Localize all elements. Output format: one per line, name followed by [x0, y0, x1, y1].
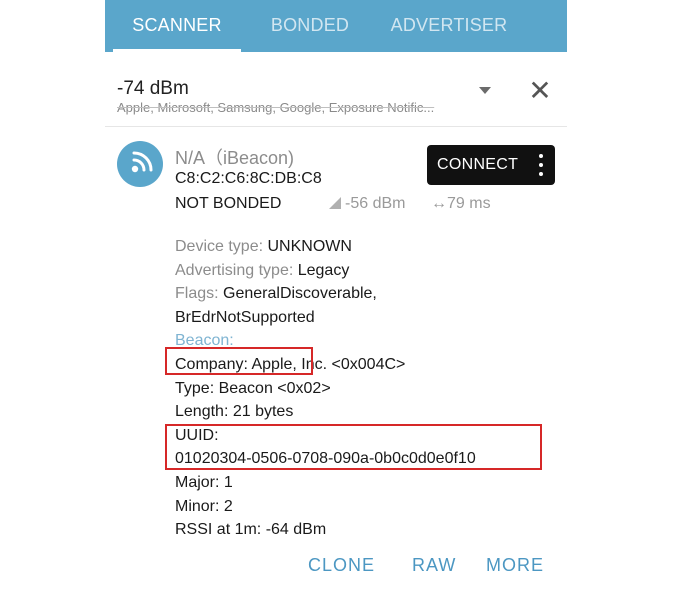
detail-uuid-label: UUID: [175, 426, 219, 444]
connect-label: CONNECT [437, 156, 519, 173]
clone-button[interactable]: CLONE [308, 555, 375, 576]
more-vertical-icon[interactable] [533, 151, 549, 179]
connect-button[interactable]: CONNECT [427, 145, 555, 185]
detail-flags-continued: BrEdrNotSupported [175, 308, 315, 326]
detail-device-type: Device type: UNKNOWN [175, 238, 352, 255]
rssi-readout: -56 dBm [329, 195, 405, 213]
tab-bonded[interactable]: BONDED [245, 0, 375, 52]
left-right-arrow-icon: ↔ [431, 195, 447, 212]
scan-filter-bar[interactable]: -74 dBm Apple, Microsoft, Samsung, Googl… [105, 60, 567, 127]
adv-interval-readout: ↔79 ms [431, 195, 491, 213]
tab-scanner[interactable]: SCANNER [113, 0, 241, 52]
filter-exclusion-summary: Apple, Microsoft, Samsung, Google, Expos… [117, 100, 435, 115]
more-button[interactable]: MORE [486, 555, 544, 576]
active-tab-indicator [113, 49, 241, 52]
detail-rssi-1m: RSSI at 1m: -64 dBm [175, 521, 327, 539]
rssi-value: -56 dBm [345, 195, 406, 212]
nrf-connect-screen: SCANNER BONDED ADVERTISER -74 dBm Apple,… [105, 0, 567, 594]
bond-state: NOT BONDED [175, 195, 282, 212]
signal-strength-icon [329, 197, 341, 209]
device-mac-address: C8:C2:C6:8C:DB:C8 [175, 170, 322, 187]
raw-button[interactable]: RAW [412, 555, 456, 576]
tab-advertiser[interactable]: ADVERTISER [381, 0, 517, 52]
advertisement-details: Device type: UNKNOWN Advertising type: L… [175, 235, 476, 542]
detail-uuid-value: 01020304-0506-0708-090a-0b0c0d0e0f10 [175, 450, 476, 468]
detail-length: Length: 21 bytes [175, 403, 294, 421]
detail-company: Company: Apple, Inc. <0x004C> [175, 355, 406, 373]
detail-flags: Flags: GeneralDiscoverable, [175, 285, 377, 303]
beacon-section-header: Beacon: [175, 332, 234, 350]
rssi-filter-value: -74 dBm [117, 78, 189, 99]
tab-bar: SCANNER BONDED ADVERTISER [105, 0, 567, 52]
detail-major: Major: 1 [175, 473, 233, 491]
detail-minor: Minor: 2 [175, 497, 233, 515]
close-icon[interactable]: ✕ [525, 76, 555, 106]
detail-advertising-type: Advertising type: Legacy [175, 261, 350, 279]
chevron-down-icon[interactable] [479, 87, 491, 94]
interval-value: 79 ms [447, 195, 491, 212]
detail-beacon-type: Type: Beacon <0x02> [175, 379, 331, 397]
wifi-broadcast-icon [117, 141, 163, 187]
device-name: N/A（iBeacon) [175, 148, 295, 168]
